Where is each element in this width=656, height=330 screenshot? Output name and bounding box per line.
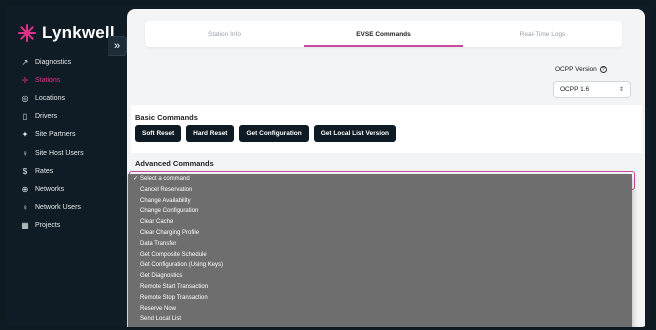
ocpp-version-value: OCPP 1.6 (560, 86, 590, 93)
sidebar-item-label: Diagnostics (35, 58, 72, 66)
dropdown-option[interactable]: Clear Cache (128, 217, 632, 228)
sidebar-item-label: Projects (35, 222, 61, 230)
sidebar-item-label: Site Host Users (35, 149, 84, 157)
advanced-commands-title: Advanced Commands (135, 159, 214, 168)
dropdown-option[interactable]: Get Configuration (Using Keys) (128, 260, 632, 271)
dropdown-option-label: Cancel Reservation (140, 186, 193, 193)
dropdown-option[interactable]: Clear Charging Profile (128, 228, 632, 239)
dropdown-option[interactable]: Remote Stop Transaction (128, 293, 632, 304)
tab-real-time-logs[interactable]: Real-Time Logs (463, 21, 622, 47)
main-content: Station Info EVSE Commands Real-Time Logs … (127, 9, 645, 327)
chevron-updown-icon: ⇕ (618, 87, 624, 93)
dropdown-option[interactable]: Set Charging Profile (128, 325, 632, 327)
get-local-list-version-button[interactable]: Get Local List Version (313, 125, 397, 142)
sidebar-item-network-users[interactable]: ♀ Network Users (19, 199, 107, 217)
soft-reset-button[interactable]: Soft Reset (135, 125, 182, 142)
double-chevron-right-icon: » (113, 40, 121, 52)
hard-reset-button[interactable]: Hard Reset (186, 125, 235, 142)
basic-commands-buttons: Soft Reset Hard Reset Get Configuration Get… (135, 125, 397, 142)
dropdown-option-label: Get Diagnostics (140, 273, 183, 280)
sidebar-item-networks[interactable]: ⊕ Networks (19, 180, 107, 198)
tab-bar: Station Info EVSE Commands Real-Time Logs (145, 21, 622, 47)
dropdown-option-label: Change Availability (140, 197, 191, 204)
advanced-command-dropdown: ✓ Select a command Cancel Reservation Chang… (128, 174, 632, 327)
phone-icon: ▯ (22, 112, 28, 122)
ocpp-version-select[interactable]: OCPP 1.6 ⇕ (553, 81, 631, 98)
sidebar-nav: ↗ Diagnostics ✛ Stations ◎ Locations ▯ Drivers ✦… (19, 53, 107, 235)
info-icon[interactable]: ? (599, 66, 607, 73)
sidebar-item-label: Rates (35, 167, 54, 175)
ocpp-version-label-text: OCPP Version (555, 66, 597, 73)
sidebar-item-label: Drivers (35, 113, 58, 121)
dropdown-option[interactable]: Change Availability (128, 196, 632, 207)
dropdown-option[interactable]: Cancel Reservation (128, 185, 632, 196)
user-icon: ♀ (22, 203, 28, 213)
dropdown-option-label: Get Composite Schedule (140, 251, 207, 258)
sidebar-item-label: Stations (35, 76, 61, 84)
sidebar-item-locations[interactable]: ◎ Locations (19, 89, 107, 107)
sidebar-item-label: Networks (35, 185, 65, 193)
lynkwell-logo-icon (18, 24, 36, 42)
handshake-icon: ✦ (21, 130, 29, 140)
tab-evse-commands[interactable]: EVSE Commands (304, 21, 463, 47)
sidebar: Lynkwell ↗ Diagnostics ✛ Stations ◎ Locations… (5, 5, 115, 327)
location-pin-icon: ◎ (21, 93, 29, 103)
building-icon: ▦ (21, 221, 29, 231)
dropdown-option-label: Select a command (140, 176, 190, 182)
basic-commands-title: Basic Commands (135, 113, 198, 122)
globe-icon: ⊕ (21, 184, 29, 194)
dropdown-option[interactable]: Get Diagnostics (128, 271, 632, 282)
sidebar-item-label: Network Users (35, 204, 81, 212)
dropdown-option-label: Remote Stop Transaction (140, 294, 208, 301)
dropdown-option-label: Send Local List (140, 316, 182, 323)
sidebar-item-label: Site Partners (35, 131, 76, 139)
wrench-icon: ↗ (21, 57, 29, 67)
ocpp-version-label: OCPP Version ? (555, 66, 607, 73)
dropdown-option-label: Data Transfer (140, 240, 177, 247)
user-icon: ♀ (22, 148, 28, 158)
brand-name: Lynkwell (42, 23, 115, 42)
dropdown-option[interactable]: Data Transfer (128, 239, 632, 250)
sidebar-item-label: Locations (35, 94, 65, 102)
dropdown-option[interactable]: Remote Start Transaction (128, 282, 632, 293)
brand-logo[interactable]: Lynkwell (18, 23, 115, 43)
dropdown-option-label: Change Configuration (140, 208, 199, 215)
get-configuration-button[interactable]: Get Configuration (239, 125, 309, 142)
dropdown-option[interactable]: Change Configuration (128, 206, 632, 217)
dropdown-option-label: Remote Start Transaction (140, 283, 209, 290)
sidebar-item-site-host-users[interactable]: ♀ Site Host Users (19, 144, 107, 162)
basic-commands-card: Basic Commands Soft Reset Hard Reset Get C… (131, 105, 642, 153)
dropdown-option-label: Get Configuration (Using Keys) (140, 262, 224, 269)
dropdown-option[interactable]: ✓ Select a command (128, 174, 632, 185)
dropdown-option-label: Clear Cache (140, 219, 174, 226)
dropdown-option-label: Clear Charging Profile (140, 229, 200, 236)
dropdown-option[interactable]: Reserve Now (128, 304, 632, 315)
sidebar-item-diagnostics[interactable]: ↗ Diagnostics (19, 53, 107, 71)
sidebar-collapse-button[interactable]: » (108, 36, 127, 56)
dropdown-option-label: Reserve Now (140, 305, 177, 312)
sidebar-item-stations[interactable]: ✛ Stations (19, 71, 107, 89)
sidebar-item-drivers[interactable]: ▯ Drivers (19, 108, 107, 126)
checkmark-icon: ✓ (133, 176, 139, 182)
tab-station-info[interactable]: Station Info (145, 21, 304, 47)
dropdown-option[interactable]: Send Local List (128, 314, 632, 325)
app-window: Lynkwell ↗ Diagnostics ✛ Stations ◎ Locations… (5, 5, 651, 327)
sidebar-item-site-partners[interactable]: ✦ Site Partners (19, 126, 107, 144)
dropdown-option[interactable]: Get Composite Schedule (128, 250, 632, 261)
sidebar-item-rates[interactable]: $ Rates (19, 162, 107, 180)
dollar-icon: $ (22, 166, 28, 176)
charger-icon: ✛ (21, 75, 29, 85)
sidebar-item-projects[interactable]: ▦ Projects (19, 217, 107, 235)
